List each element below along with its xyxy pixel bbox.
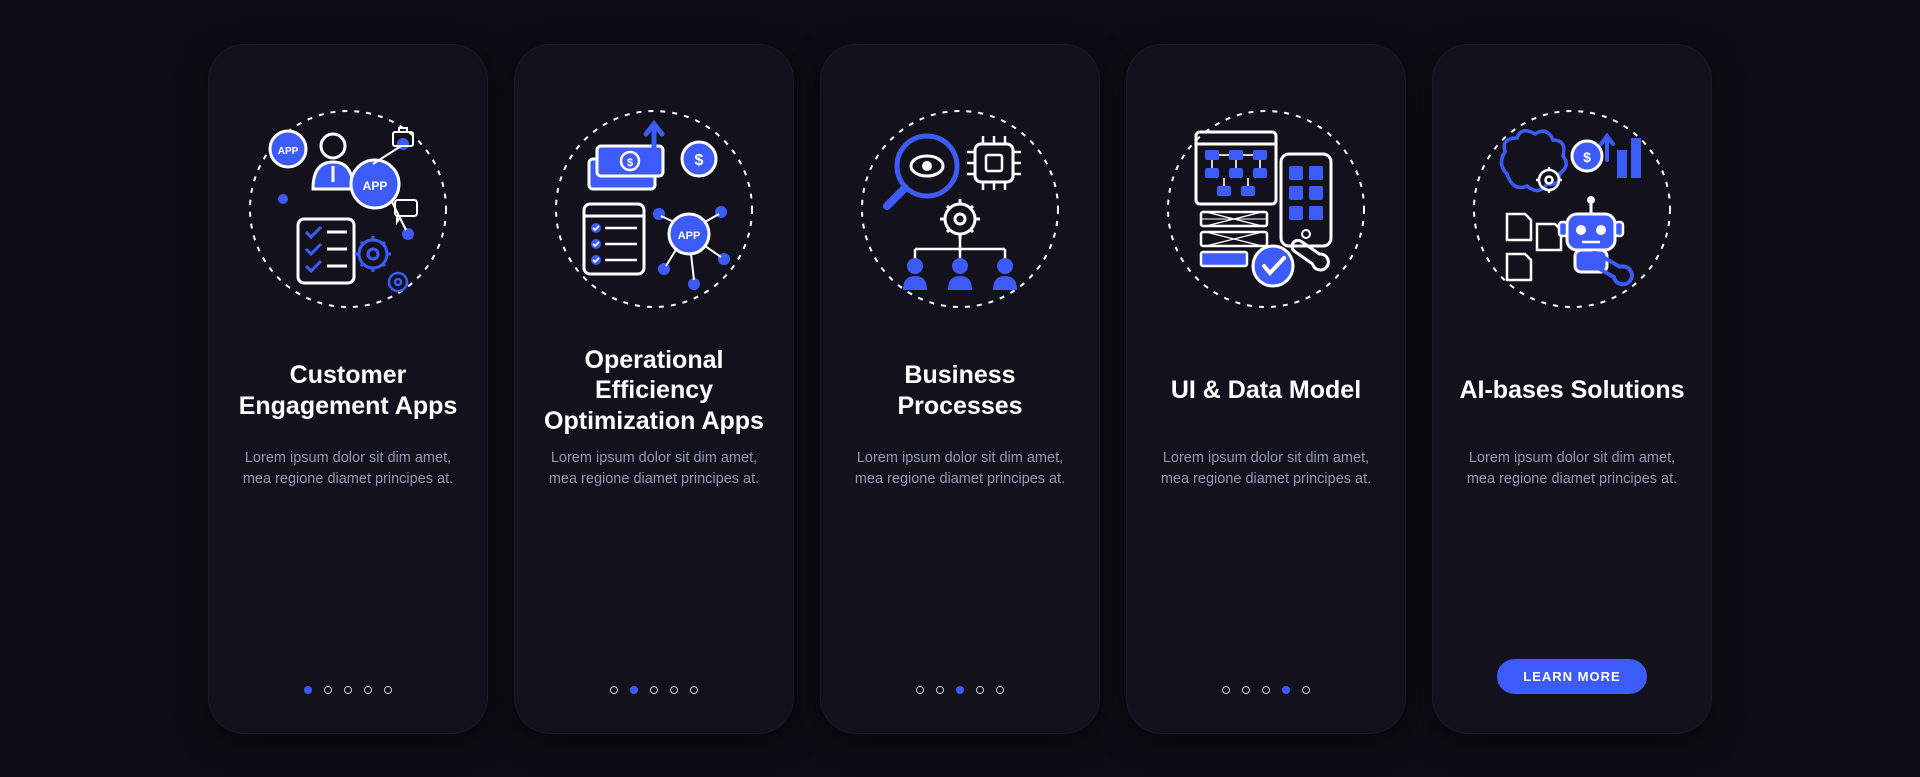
card-title: Business Processes bbox=[844, 344, 1076, 438]
pager-dot-5[interactable] bbox=[996, 686, 1004, 694]
svg-text:APP: APP bbox=[278, 146, 299, 157]
pager-dot-3[interactable] bbox=[1262, 686, 1270, 694]
card-title: Customer Engagement Apps bbox=[232, 344, 464, 438]
card-title: AI-bases Solutions bbox=[1459, 344, 1684, 438]
operational-efficiency-icon: $ $ APP bbox=[549, 104, 759, 314]
pager-dots bbox=[610, 686, 698, 694]
pager-dot-1[interactable] bbox=[916, 686, 924, 694]
card-description: Lorem ipsum dolor sit dim amet, mea regi… bbox=[538, 448, 770, 490]
svg-text:$: $ bbox=[695, 152, 704, 169]
business-processes-icon bbox=[855, 104, 1065, 314]
ai-solutions-icon: $ bbox=[1467, 104, 1677, 314]
pager-dot-4[interactable] bbox=[364, 686, 372, 694]
card-business-processes: Business Processes Lorem ipsum dolor sit… bbox=[820, 44, 1100, 734]
ui-data-model-icon bbox=[1161, 104, 1371, 314]
learn-more-button[interactable]: LEARN MORE bbox=[1497, 659, 1646, 694]
svg-text:APP: APP bbox=[678, 230, 701, 242]
pager-dot-2[interactable] bbox=[324, 686, 332, 694]
pager-dot-5[interactable] bbox=[1302, 686, 1310, 694]
card-description: Lorem ipsum dolor sit dim amet, mea regi… bbox=[844, 448, 1076, 490]
pager-dot-4[interactable] bbox=[1282, 686, 1290, 694]
svg-text:$: $ bbox=[1583, 149, 1591, 165]
pager-dot-1[interactable] bbox=[610, 686, 618, 694]
card-description: Lorem ipsum dolor sit dim amet, mea regi… bbox=[1456, 448, 1688, 490]
card-operational-efficiency: $ $ APP bbox=[514, 44, 794, 734]
pager-dot-5[interactable] bbox=[384, 686, 392, 694]
card-title: Operational Efficiency Optimization Apps bbox=[538, 344, 770, 438]
pager-dot-3[interactable] bbox=[344, 686, 352, 694]
pager-dot-1[interactable] bbox=[304, 686, 312, 694]
customer-engagement-icon: APP APP bbox=[243, 104, 453, 314]
pager-dots bbox=[304, 686, 392, 694]
svg-text:APP: APP bbox=[363, 179, 388, 193]
pager-dot-3[interactable] bbox=[650, 686, 658, 694]
pager-dot-3[interactable] bbox=[956, 686, 964, 694]
pager-dot-5[interactable] bbox=[690, 686, 698, 694]
pager-dot-2[interactable] bbox=[936, 686, 944, 694]
card-ui-data-model: UI & Data Model Lorem ipsum dolor sit di… bbox=[1126, 44, 1406, 734]
card-ai-solutions: $ bbox=[1432, 44, 1712, 734]
pager-dot-2[interactable] bbox=[630, 686, 638, 694]
card-customer-engagement: APP APP bbox=[208, 44, 488, 734]
pager-dots bbox=[916, 686, 1004, 694]
card-description: Lorem ipsum dolor sit dim amet, mea regi… bbox=[1150, 448, 1382, 490]
pager-dot-4[interactable] bbox=[670, 686, 678, 694]
pager-dots bbox=[1222, 686, 1310, 694]
svg-text:$: $ bbox=[627, 157, 633, 169]
pager-dot-1[interactable] bbox=[1222, 686, 1230, 694]
pager-dot-2[interactable] bbox=[1242, 686, 1250, 694]
pager-dot-4[interactable] bbox=[976, 686, 984, 694]
card-description: Lorem ipsum dolor sit dim amet, mea regi… bbox=[232, 448, 464, 490]
onboarding-card-row: APP APP bbox=[178, 44, 1742, 734]
card-title: UI & Data Model bbox=[1171, 344, 1361, 438]
